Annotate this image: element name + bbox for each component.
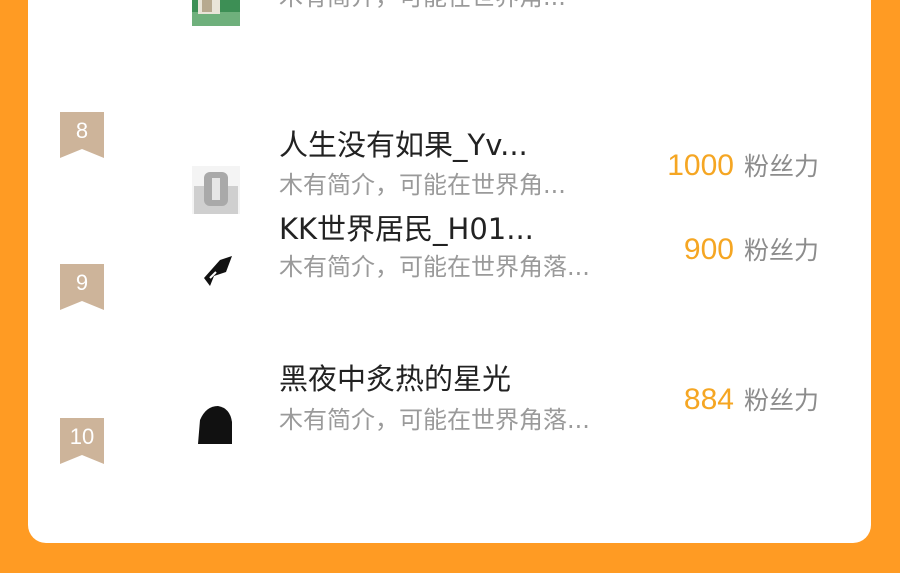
rank-number: 8: [75, 118, 89, 143]
fan-score: 884 粉丝力: [684, 383, 819, 421]
fan-score-value: 900: [683, 233, 734, 266]
user-bio: 木有简介，可能在世界角落...: [279, 253, 590, 281]
rank-badge: 9: [60, 264, 104, 310]
username[interactable]: 人生没有如果_Yv...: [279, 128, 528, 162]
rank-number: 9: [75, 270, 89, 295]
user-bio: 木有简介，可能在世界角落...: [279, 406, 590, 434]
black-shape-avatar[interactable]: [192, 242, 240, 290]
fan-score-value: 884: [683, 383, 734, 416]
rank-badge: 10: [60, 418, 104, 464]
fan-score-unit: 粉丝力: [743, 236, 819, 265]
fan-score-value: 1000: [667, 149, 734, 182]
username[interactable]: 黑夜中炙热的星光: [279, 362, 511, 396]
leaderboard-row[interactable]: 9 KK世界居民_H01... 木有简介，可能在世界角落... 900 粉丝力: [28, 212, 871, 378]
gray-photo-avatar[interactable]: [192, 166, 240, 214]
fan-score-unit: 粉丝力: [743, 152, 819, 181]
leaderboard-card: 木有简介，可能在世界角... 8 人生没有如果_Yv... 木有简介，可能在世界…: [28, 0, 871, 543]
fan-score-unit: 粉丝力: [743, 386, 819, 415]
username[interactable]: KK世界居民_H01...: [279, 212, 534, 246]
user-bio: 木有简介，可能在世界角...: [279, 171, 566, 199]
green-photo-avatar[interactable]: [192, 0, 240, 26]
user-bio: 木有简介，可能在世界角...: [279, 0, 566, 12]
leaderboard-row[interactable]: 10 黑夜中炙热的星光 木有简介，可能在世界角落... 884 粉丝力: [28, 362, 871, 532]
rank-number: 10: [69, 424, 95, 449]
fan-score: 900 粉丝力: [684, 233, 819, 271]
fan-score: 1000 粉丝力: [667, 149, 819, 187]
rank-badge: 8: [60, 112, 104, 158]
dark-silhouette-avatar[interactable]: [192, 396, 240, 444]
leaderboard-row[interactable]: 8 人生没有如果_Yv... 木有简介，可能在世界角... 1000 粉丝力: [28, 70, 871, 224]
